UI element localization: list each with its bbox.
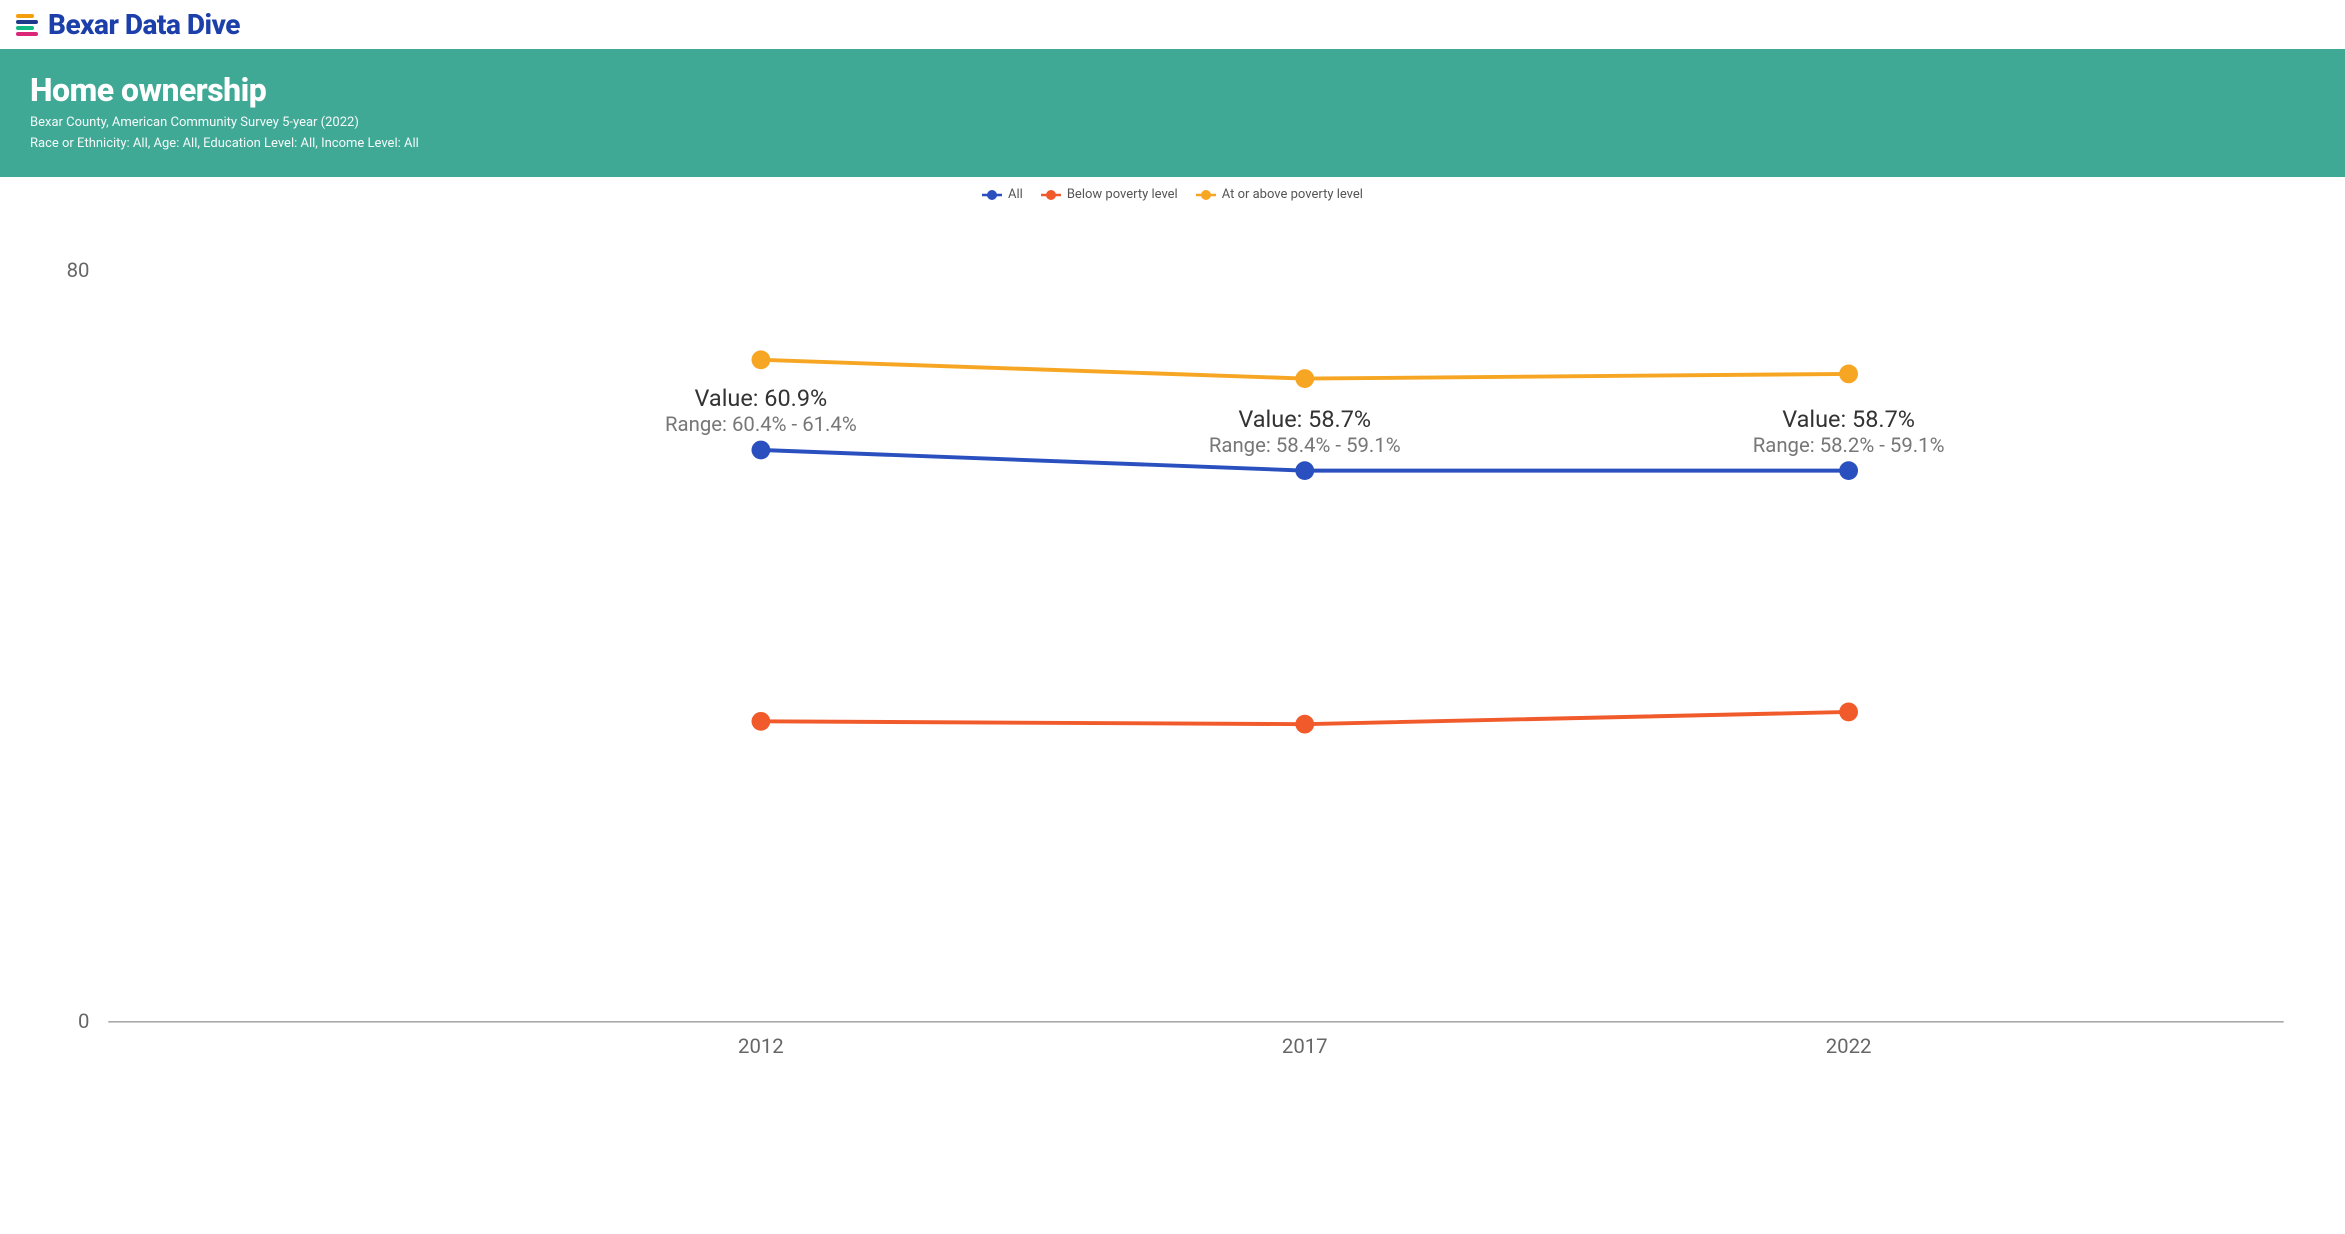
logo-bar — [16, 26, 34, 30]
top-bar: Bexar Data Dive — [0, 0, 2345, 49]
legend-item[interactable]: All — [982, 187, 1023, 202]
x-tick-label: 2012 — [738, 1034, 784, 1058]
legend-swatch — [982, 190, 1002, 200]
point-annotation-range: Range: 60.4% - 61.4% — [665, 412, 857, 436]
page-title: Home ownership — [30, 71, 2315, 109]
logo-bar — [16, 14, 34, 18]
line-chart: 0 80 2012 2017 2022 Value: 60.9%Range: 60.4% … — [30, 208, 2315, 1084]
logo-bar — [16, 32, 38, 36]
data-point[interactable] — [1839, 365, 1858, 384]
logo-icon — [16, 14, 38, 36]
legend-swatch — [1041, 190, 1061, 200]
page-subtitle-filters: Race or Ethnicity: All, Age: All, Educat… — [30, 136, 2315, 151]
data-point[interactable] — [751, 350, 770, 369]
data-point[interactable] — [1295, 369, 1314, 388]
legend-label: All — [1008, 187, 1023, 202]
point-annotation-value: Value: 60.9% — [695, 384, 828, 412]
y-tick-label: 80 — [67, 258, 90, 282]
x-tick-label: 2022 — [1826, 1034, 1872, 1058]
legend-item[interactable]: Below poverty level — [1041, 187, 1178, 202]
brand-title-text: Bexar Data Dive — [48, 8, 240, 41]
chart-legend: All Below poverty level At or above povert… — [0, 177, 2345, 208]
chart-container: 0 80 2012 2017 2022 Value: 60.9%Range: 60.4% … — [0, 208, 2345, 1104]
data-point[interactable] — [1839, 461, 1858, 480]
legend-label: Below poverty level — [1067, 187, 1178, 202]
legend-item[interactable]: At or above poverty level — [1196, 187, 1363, 202]
brand-title: Bexar Data Dive — [48, 8, 240, 41]
page-subtitle-source: Bexar County, American Community Survey … — [30, 115, 2315, 130]
data-point[interactable] — [751, 441, 770, 460]
point-annotation-value: Value: 58.7% — [1782, 405, 1915, 433]
data-point[interactable] — [751, 712, 770, 731]
legend-label: At or above poverty level — [1222, 187, 1363, 202]
data-point[interactable] — [1295, 461, 1314, 480]
data-point[interactable] — [1839, 703, 1858, 722]
data-point[interactable] — [1295, 715, 1314, 734]
point-annotation-range: Range: 58.4% - 59.1% — [1209, 433, 1401, 457]
y-tick-label: 0 — [78, 1009, 89, 1033]
x-tick-label: 2017 — [1282, 1034, 1328, 1058]
logo-bar — [16, 20, 38, 24]
header-banner: Home ownership Bexar County, American Co… — [0, 49, 2345, 177]
point-annotation-range: Range: 58.2% - 59.1% — [1753, 433, 1945, 457]
legend-swatch — [1196, 190, 1216, 200]
point-annotation-value: Value: 58.7% — [1238, 405, 1371, 433]
